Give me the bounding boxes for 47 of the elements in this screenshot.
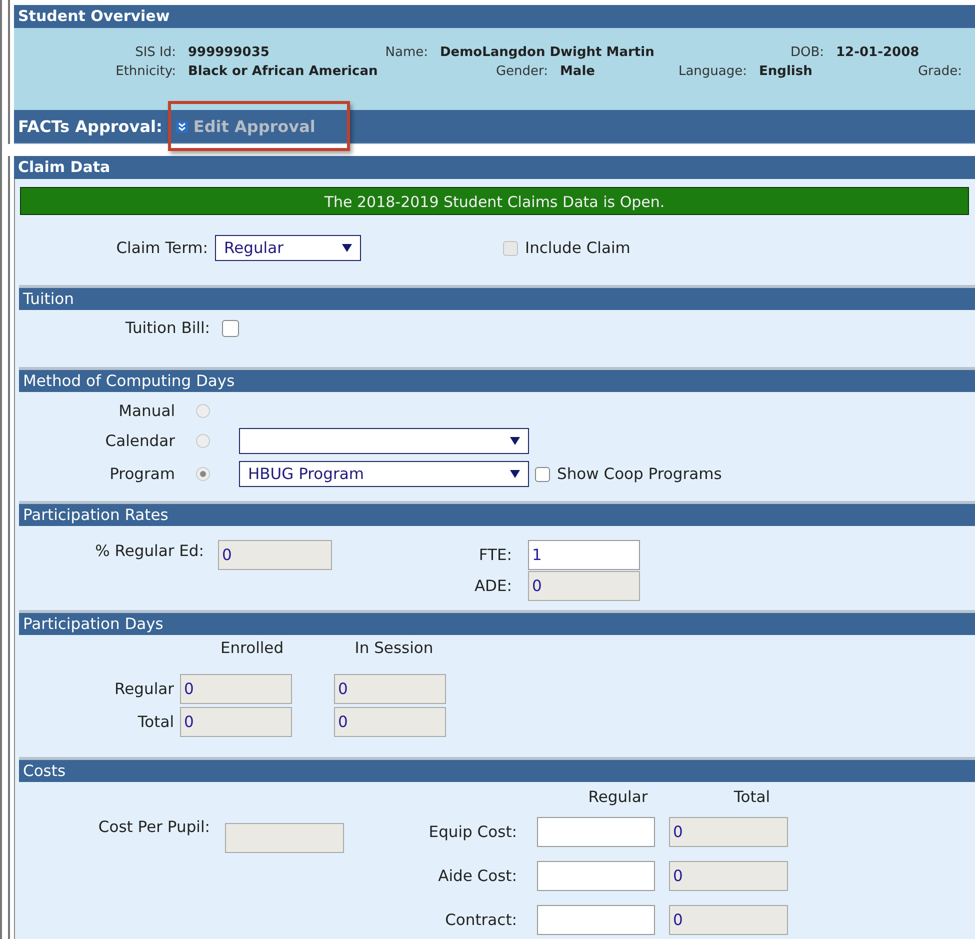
text-field[interactable]: 0	[669, 816, 788, 846]
field-label: Ethnicity:	[114, 64, 176, 79]
section-header: Student Overview	[14, 5, 975, 28]
field-label: ADE:	[473, 577, 512, 595]
column-header: In Session	[354, 639, 434, 657]
field-label: Contract:	[444, 910, 517, 928]
field-label: FTE:	[478, 546, 512, 564]
option-label: Calendar	[104, 432, 175, 450]
status-banner: The 2018-2019 Student Claims Data is Open.	[20, 187, 969, 215]
field-label: % Regular Ed:	[94, 541, 204, 560]
field-label: Tuition Bill:	[124, 319, 210, 337]
section-header: Costs	[19, 757, 975, 782]
field-label: DOB:	[789, 45, 824, 60]
field-value: English	[759, 64, 812, 79]
checkbox-label: Include Claim	[525, 239, 630, 257]
claim-term-dropdown[interactable]: Regular	[215, 235, 361, 261]
section-header: Participation Days	[19, 610, 975, 635]
field-label: Cost Per Pupil:	[97, 817, 210, 836]
field-label: Grade:	[916, 64, 962, 79]
column-header: Regular	[588, 788, 648, 806]
text-field[interactable]: 1	[528, 540, 640, 570]
field-value: Male	[560, 64, 595, 79]
column-header: Enrolled	[220, 639, 284, 657]
option-label: Program	[108, 465, 175, 483]
field-label: Language:	[677, 64, 747, 79]
row-label: Regular	[114, 680, 174, 698]
section-header: Participation Rates	[19, 501, 975, 526]
field-label: Gender:	[494, 64, 548, 79]
field-label: SIS Id:	[134, 45, 176, 60]
approval-label: FACTs Approval:	[18, 117, 162, 136]
checkbox-label: Show Coop Programs	[557, 465, 722, 483]
option-label: Manual	[118, 402, 175, 420]
row-label: Total	[136, 712, 174, 730]
field-label: Claim Term:	[115, 239, 208, 257]
text-field[interactable]: 0	[669, 860, 788, 890]
section-header: Method of Computing Days	[19, 367, 975, 392]
section-header: Tuition	[19, 285, 975, 310]
field-label: Aide Cost:	[437, 866, 517, 884]
field-label: Equip Cost:	[428, 822, 517, 840]
text-field[interactable]: 0	[669, 904, 788, 934]
field-label: Name:	[384, 45, 428, 60]
column-header: Total	[734, 788, 770, 806]
field-value: Black or African American	[188, 64, 378, 79]
section-header: Claim Data	[14, 156, 975, 179]
field-value: DemoLangdon Dwight Martin	[440, 45, 654, 60]
field-value: 12-01-2008	[836, 45, 920, 60]
field-value: 999999035	[188, 45, 270, 60]
